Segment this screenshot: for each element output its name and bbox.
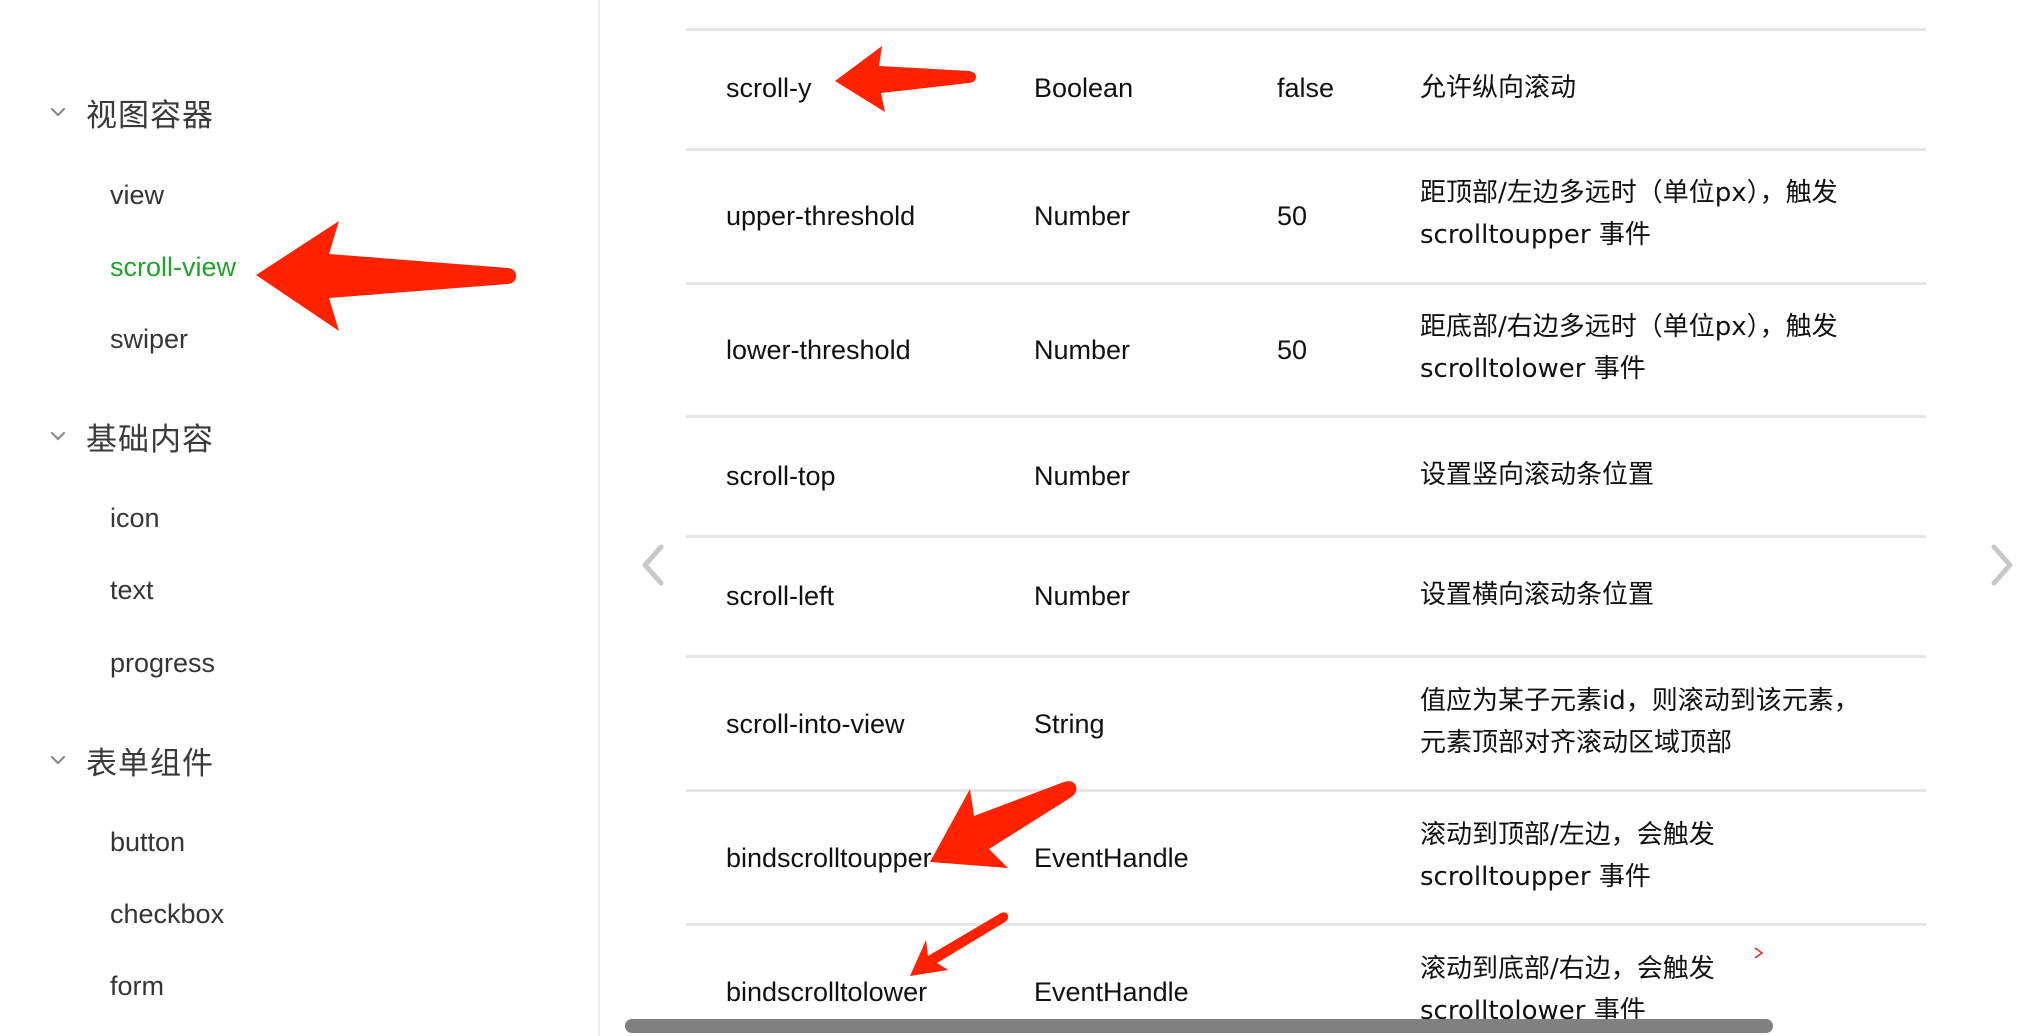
attr-name: bindscrolltolower (726, 977, 928, 1007)
attr-description: 距底部/右边多远时（单位px），触发 scrolltolower 事件 (1420, 312, 1838, 384)
attr-default: false (1277, 73, 1335, 103)
sidebar-nav: 视图容器 view scroll-view swiper 基础内容 icon t… (0, 0, 600, 1036)
sidebar-section-basic-content[interactable]: 基础内容 (50, 411, 214, 461)
sidebar-item-view[interactable]: view (110, 177, 164, 213)
row-divider (686, 535, 1926, 538)
sidebar-item-progress[interactable]: progress (110, 645, 215, 681)
annotation-arrow-icon (835, 46, 976, 112)
row-divider (686, 923, 1926, 926)
sidebar-section-title: 视图容器 (86, 97, 214, 134)
sidebar-item-form[interactable]: form (110, 968, 164, 1004)
sidebar-item-checkbox[interactable]: checkbox (110, 896, 224, 932)
row-divider (686, 282, 1926, 285)
attr-name: scroll-left (726, 581, 835, 611)
attr-name: lower-threshold (726, 335, 911, 365)
attr-type: Number (1034, 201, 1131, 231)
sidebar-item-icon[interactable]: icon (110, 500, 160, 536)
attr-type: EventHandle (1034, 977, 1189, 1007)
row-divider (686, 415, 1926, 418)
sidebar-section-form-components[interactable]: 表单组件 (50, 735, 214, 785)
attr-type: Number (1034, 461, 1131, 491)
annotation-arrow-icon (910, 912, 1009, 976)
sidebar-item-button[interactable]: button (110, 824, 185, 860)
attr-type: Boolean (1034, 73, 1134, 103)
sidebar-section-title: 表单组件 (86, 745, 214, 782)
chevron-down-icon (50, 107, 66, 117)
attr-default: 50 (1277, 335, 1308, 365)
attr-name: upper-threshold (726, 201, 916, 231)
sidebar-item-text[interactable]: text (110, 572, 154, 608)
sidebar-item-swiper[interactable]: swiper (110, 321, 188, 357)
chevron-down-icon (50, 431, 66, 441)
attr-default: 50 (1277, 201, 1308, 231)
next-page-button[interactable] (1982, 535, 2022, 595)
attr-type: EventHandle (1034, 843, 1189, 873)
sidebar-section-view-containers[interactable]: 视图容器 (50, 87, 214, 137)
attr-description: 设置竖向滚动条位置 (1420, 460, 1655, 490)
attr-name: scroll-top (726, 461, 836, 491)
row-divider (686, 28, 1926, 31)
attr-description: 值应为某子元素id，则滚动到该元素，元素顶部对齐滚动区域顶部 (1420, 686, 1860, 758)
chevron-down-icon (50, 755, 66, 765)
prev-page-button[interactable] (633, 535, 673, 595)
attr-description: 滚动到顶部/左边，会触发 scrolltoupper 事件 (1420, 820, 1715, 892)
attr-description: 设置横向滚动条位置 (1420, 580, 1655, 610)
chevron-left-icon (642, 544, 664, 586)
attr-name: bindscrolltoupper (726, 843, 932, 873)
sidebar-item-scroll-view[interactable]: scroll-view (110, 249, 236, 285)
attr-description: 距顶部/左边多远时（单位px），触发 scrolltoupper 事件 (1420, 178, 1838, 250)
chevron-right-icon (1991, 544, 2013, 586)
row-divider (686, 148, 1926, 151)
attr-name: scroll-y (726, 73, 812, 103)
attr-type: String (1034, 709, 1105, 739)
row-divider (686, 789, 1926, 792)
sidebar-section-title: 基础内容 (86, 421, 214, 458)
attr-description: 允许纵向滚动 (1420, 73, 1577, 103)
attr-type: Number (1034, 581, 1131, 611)
attr-name: scroll-into-view (726, 709, 905, 739)
docs-page: 视图容器 view scroll-view swiper 基础内容 icon t… (0, 0, 2022, 1036)
attr-type: Number (1034, 335, 1131, 365)
row-divider (686, 655, 1926, 658)
horizontal-scrollbar-thumb[interactable] (625, 1019, 1773, 1033)
